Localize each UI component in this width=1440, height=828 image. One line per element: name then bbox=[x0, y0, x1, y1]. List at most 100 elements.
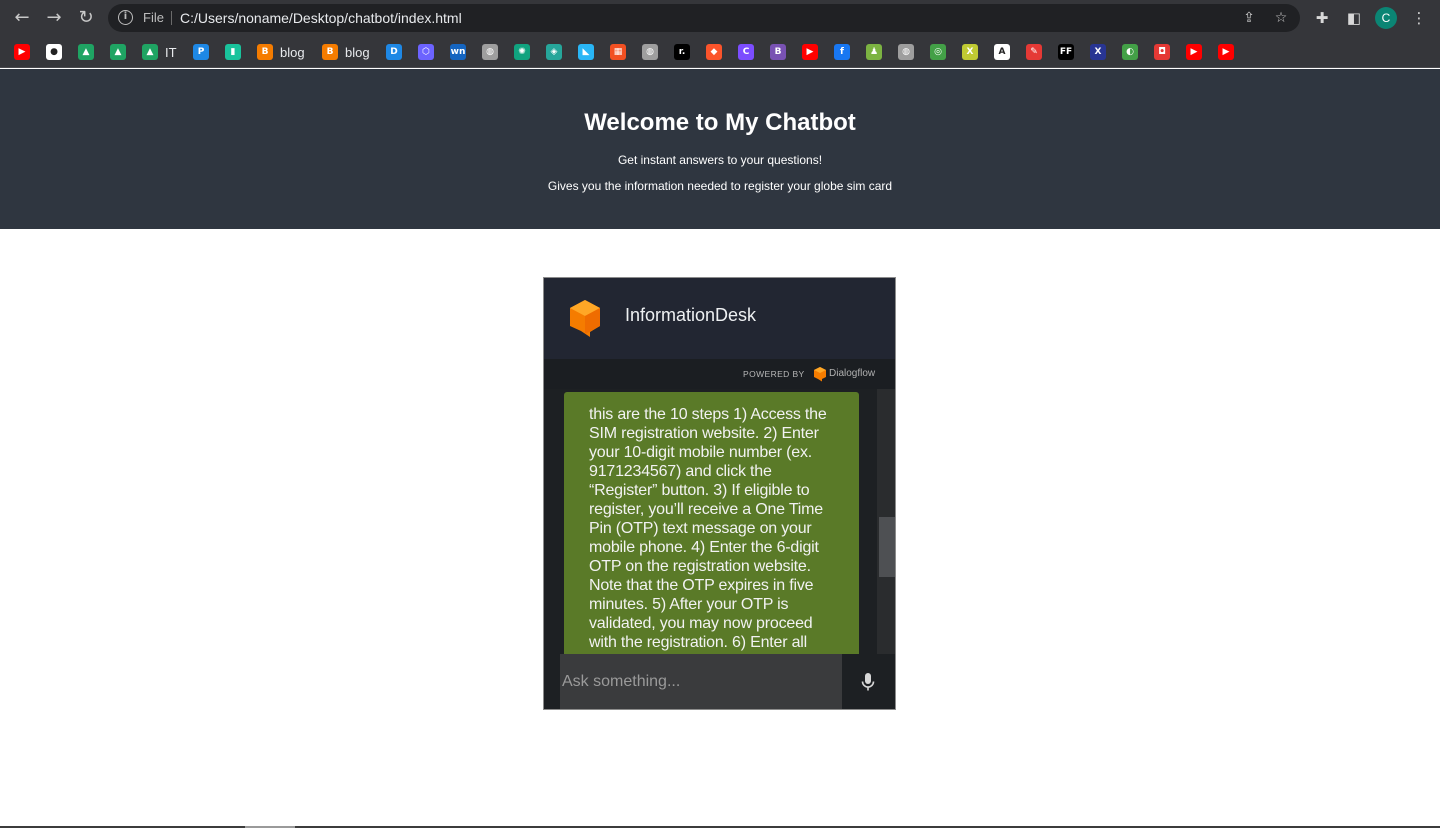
omnibox-divider bbox=[171, 11, 172, 25]
back-arrow-icon[interactable]: ← bbox=[10, 6, 34, 30]
ff-icon: FF bbox=[1058, 44, 1074, 60]
bookmark-item[interactable]: X bbox=[962, 43, 978, 61]
bookmark-item[interactable]: Bblog bbox=[322, 43, 370, 61]
bookmark-item[interactable]: ◣ bbox=[578, 43, 594, 61]
info-icon[interactable]: i bbox=[118, 10, 133, 25]
paypal-icon: P bbox=[193, 44, 209, 60]
dialogflow-small-logo-icon bbox=[814, 367, 826, 382]
bookmark-item[interactable]: ◘ bbox=[1154, 43, 1170, 61]
bookmark-item[interactable]: Bblog bbox=[257, 43, 305, 61]
bookmark-item[interactable]: ◐ bbox=[1122, 43, 1138, 61]
bookmark-item[interactable]: ◍ bbox=[482, 43, 498, 61]
chess-icon: ♟ bbox=[866, 44, 882, 60]
bookmark-item[interactable]: ◆ bbox=[706, 43, 722, 61]
address-bar[interactable]: i File C:/Users/noname/Desktop/chatbot/i… bbox=[108, 4, 1300, 32]
bookmark-item[interactable]: ♟ bbox=[866, 43, 882, 61]
mic-button[interactable] bbox=[842, 654, 895, 709]
bookmark-item[interactable]: ▶ bbox=[14, 43, 30, 61]
bookmark-item[interactable]: ◍ bbox=[898, 43, 914, 61]
star-icon[interactable]: ☆ bbox=[1271, 8, 1291, 28]
page-subtitle: Get instant answers to your questions! bbox=[617, 153, 823, 167]
bookmarks-bar: ▶ ● ▲ ▲ ▲ IT P ▮ Bblog Bblog D ⬡ wn ◍ ✺ ◈ ◣ ▦ ◍ r. ◆ C B ▶ f ♟ ◍ ◎ X… bbox=[0, 36, 1440, 68]
bookmark-item[interactable]: ▲ IT bbox=[142, 43, 177, 61]
bookmark-item[interactable]: ◈ bbox=[546, 43, 562, 61]
bookmark-item[interactable]: X bbox=[1090, 43, 1106, 61]
bookmark-item[interactable]: ▶ bbox=[1218, 43, 1234, 61]
c-icon: C bbox=[738, 44, 754, 60]
bookmark-item[interactable]: D bbox=[386, 43, 402, 61]
bookmark-label: blog bbox=[280, 44, 305, 60]
bookmark-item[interactable]: FF bbox=[1058, 43, 1074, 61]
bookmark-item[interactable]: f bbox=[834, 43, 850, 61]
dialogflow-brand-name: Dialogflow bbox=[829, 368, 876, 379]
youtube-icon: ▶ bbox=[1218, 44, 1234, 60]
green-square-icon: ◎ bbox=[930, 44, 946, 60]
youtube-icon: ▶ bbox=[1186, 44, 1202, 60]
message-list[interactable]: this are the 10 steps 1) Access the SIM … bbox=[544, 389, 895, 654]
tool-icon: ✎ bbox=[1026, 44, 1042, 60]
lock-icon: ◘ bbox=[1154, 44, 1170, 60]
brave-icon: ◆ bbox=[706, 44, 722, 60]
bookmark-item[interactable]: ▦ bbox=[610, 43, 626, 61]
kebab-menu-icon[interactable]: ⋮ bbox=[1408, 7, 1430, 29]
bookmark-item[interactable]: ▲ bbox=[110, 43, 126, 61]
bookmark-item[interactable]: A bbox=[994, 43, 1010, 61]
bookmark-item[interactable]: ▶ bbox=[1186, 43, 1202, 61]
github-icon: ● bbox=[46, 44, 62, 60]
bookmark-item[interactable]: ▶ bbox=[802, 43, 818, 61]
google-drive-icon: ▲ bbox=[142, 44, 158, 60]
share-icon[interactable]: ⇪ bbox=[1239, 8, 1259, 28]
bookmark-label: IT bbox=[165, 44, 177, 60]
d-icon: D bbox=[386, 44, 402, 60]
a-icon: A bbox=[994, 44, 1010, 60]
x-icon: X bbox=[962, 44, 978, 60]
chat-title: InformationDesk bbox=[625, 305, 757, 325]
bookmark-item[interactable]: ▮ bbox=[225, 43, 241, 61]
app-icon: ▮ bbox=[225, 44, 241, 60]
chat-input[interactable] bbox=[560, 654, 842, 709]
xml-icon: X bbox=[1090, 44, 1106, 60]
bookmark-item[interactable]: ✺ bbox=[514, 43, 530, 61]
profile-avatar[interactable]: C bbox=[1375, 7, 1397, 29]
facebook-icon: f bbox=[834, 44, 850, 60]
bookmark-item[interactable]: ⬡ bbox=[418, 43, 434, 61]
message-scrollbar-thumb[interactable] bbox=[879, 517, 895, 577]
dialogflow-logo-icon bbox=[570, 300, 600, 337]
google-drive-icon: ▲ bbox=[110, 44, 126, 60]
youtube-icon: ▶ bbox=[802, 44, 818, 60]
hex-icon: ⬡ bbox=[418, 44, 434, 60]
youtube-icon: ▶ bbox=[14, 44, 30, 60]
powered-by-bar: POWERED BY Dialogflow bbox=[544, 359, 895, 389]
bootstrap-icon: B bbox=[770, 44, 786, 60]
bookmark-item[interactable]: B bbox=[770, 43, 786, 61]
vite-icon: ◣ bbox=[578, 44, 594, 60]
bookmark-item[interactable]: ● bbox=[46, 43, 62, 61]
globe-icon: ◍ bbox=[898, 44, 914, 60]
bookmark-label: blog bbox=[345, 44, 370, 60]
bookmark-item[interactable]: ◍ bbox=[642, 43, 658, 61]
url-text[interactable]: C:/Users/noname/Desktop/chatbot/index.ht… bbox=[180, 10, 462, 26]
bookmark-item[interactable]: C bbox=[738, 43, 754, 61]
page-title: Welcome to My Chatbot bbox=[584, 109, 856, 136]
chat-header: InformationDesk bbox=[544, 278, 895, 359]
blogger-icon: B bbox=[322, 44, 338, 60]
bot-message-bubble: this are the 10 steps 1) Access the SIM … bbox=[564, 392, 859, 654]
r-icon: r. bbox=[674, 44, 690, 60]
google-drive-icon: ▲ bbox=[78, 44, 94, 60]
reload-icon[interactable]: ↻ bbox=[74, 6, 98, 30]
bookmark-item[interactable]: P bbox=[193, 43, 209, 61]
microsoft-icon: ▦ bbox=[610, 44, 626, 60]
extensions-puzzle-icon[interactable]: ✚ bbox=[1311, 7, 1333, 29]
side-panel-icon[interactable]: ◧ bbox=[1343, 7, 1365, 29]
page-description: Gives you the information needed to regi… bbox=[547, 179, 893, 193]
bookmark-item[interactable]: ✎ bbox=[1026, 43, 1042, 61]
chat-input-bar bbox=[544, 654, 895, 709]
forward-arrow-icon[interactable]: → bbox=[42, 6, 66, 30]
blogger-icon: B bbox=[257, 44, 273, 60]
wn-icon: wn bbox=[450, 44, 466, 60]
bookmark-item[interactable]: wn bbox=[450, 43, 466, 61]
bookmark-item[interactable]: ▲ bbox=[78, 43, 94, 61]
powered-by-label: POWERED BY bbox=[743, 369, 805, 379]
bookmark-item[interactable]: r. bbox=[674, 43, 690, 61]
bookmark-item[interactable]: ◎ bbox=[930, 43, 946, 61]
